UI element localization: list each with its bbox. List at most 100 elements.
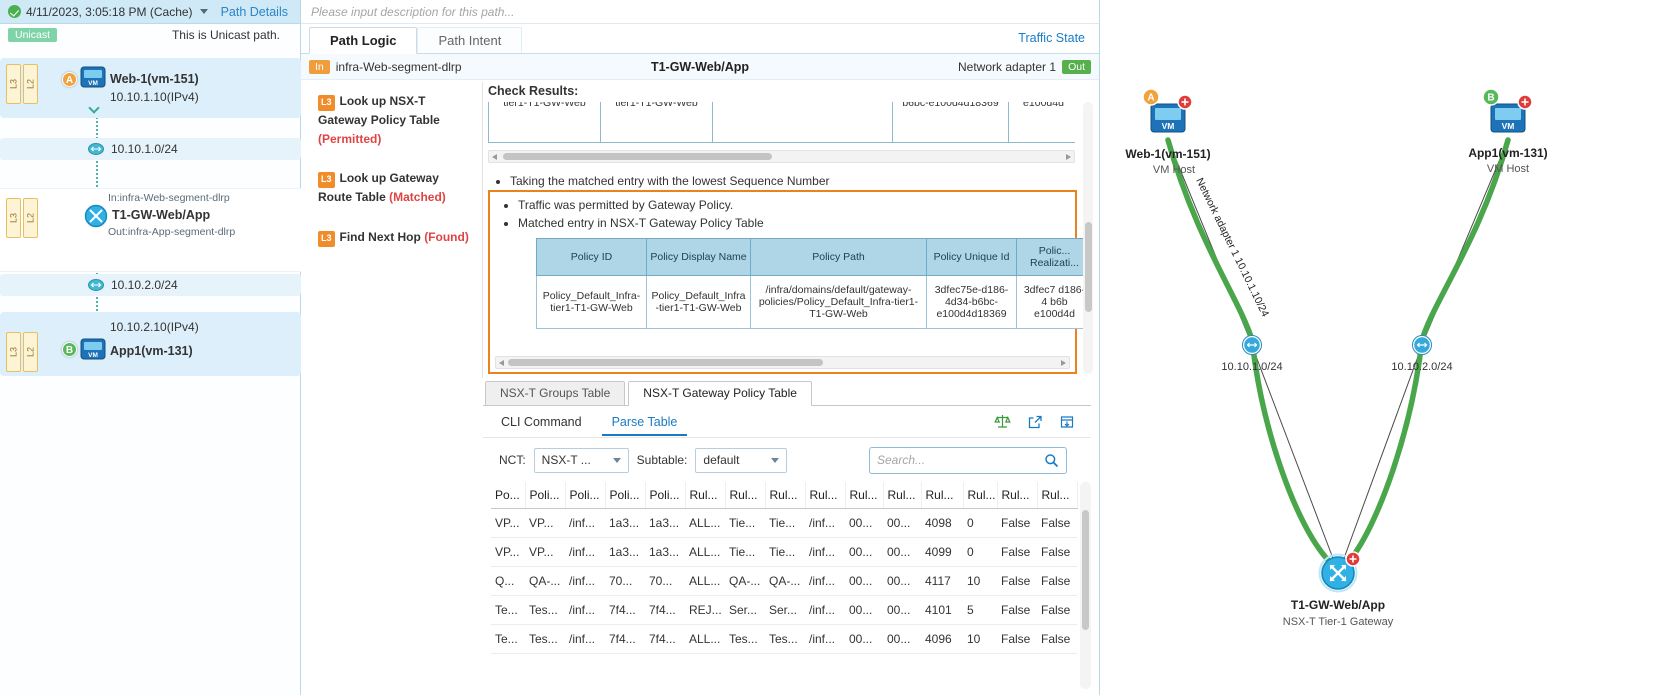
- scrollbar-thumb[interactable]: [1081, 510, 1089, 630]
- svg-text:VM: VM: [88, 80, 98, 87]
- table-cell: QA-...: [525, 566, 565, 596]
- table-cell: 00...: [845, 508, 883, 538]
- table-cell: 00...: [845, 624, 883, 654]
- layer2-badge[interactable]: L2: [23, 64, 38, 104]
- vertical-scrollbar[interactable]: [1080, 482, 1091, 689]
- segment-row[interactable]: 10.10.2.0/24: [0, 274, 301, 296]
- scroll-left-arrow-icon[interactable]: [492, 154, 497, 160]
- compare-scale-icon[interactable]: [994, 413, 1011, 430]
- segment-row[interactable]: 10.10.1.0/24: [0, 138, 301, 160]
- table-row[interactable]: VP... VP.../inf... 1a3... 1a3... ALL... Tie..…: [491, 508, 1078, 538]
- column-header: Rul...: [685, 482, 726, 509]
- table-row[interactable]: Te... Tes.../inf... 7f4... 7f4... REJ... Ser.…: [491, 595, 1078, 625]
- table-search-box[interactable]: [869, 446, 1067, 474]
- table-header-row[interactable]: Po... Poli... Poli... Poli... Poli... Rul... R…: [491, 482, 1078, 509]
- tab-nsxt-gateway-policy-table[interactable]: NSX-T Gateway Policy Table: [628, 381, 812, 406]
- table-cell: Ser...: [765, 595, 805, 625]
- table-cell: Policy_Default_Infra-tier1-T1-GW-Web: [646, 275, 751, 329]
- alert-plus-icon[interactable]: [1177, 94, 1193, 110]
- traffic-state-link[interactable]: Traffic State: [1018, 31, 1085, 45]
- result-bullet: Taking the matched entry with the lowest…: [510, 172, 1075, 190]
- description-bar: [301, 0, 1099, 24]
- path-node-source[interactable]: [0, 58, 301, 118]
- subtab-cli-command[interactable]: CLI Command: [491, 408, 592, 436]
- tab-path-logic[interactable]: Path Logic: [309, 27, 418, 54]
- table-cell: /inf...: [565, 595, 605, 625]
- layer3-badge[interactable]: L3: [6, 332, 21, 372]
- table-cell: VP...: [491, 537, 525, 567]
- subtable-select[interactable]: default: [695, 447, 788, 473]
- horizontal-scrollbar[interactable]: [495, 356, 1070, 369]
- table-cell: False: [997, 566, 1037, 596]
- table-row: tier1-T1-GW-Web tier1-T1-GW-Web b6bc-e100d…: [488, 102, 1075, 143]
- column-header: Policy Unique Id: [926, 238, 1017, 276]
- vm2-label[interactable]: App1(vm-131): [1468, 146, 1547, 160]
- scroll-left-arrow-icon[interactable]: [499, 360, 504, 366]
- table-cell: 4098: [921, 508, 963, 538]
- table-cell: False: [997, 508, 1037, 538]
- table-cell: QA-...: [765, 566, 805, 596]
- alert-plus-icon[interactable]: [1517, 94, 1533, 110]
- path-details-link[interactable]: Path Details: [221, 5, 288, 19]
- table-cell: Policy_Default_Infra-tier1-T1-GW-Web: [536, 275, 647, 329]
- tab-path-intent[interactable]: Path Intent: [417, 27, 523, 53]
- chevron-down-icon[interactable]: [199, 9, 208, 14]
- vm-node-app1[interactable]: VM B: [1482, 88, 1533, 133]
- table-cell: 4117: [921, 566, 963, 596]
- column-header: Rul...: [883, 482, 922, 509]
- result-bullet: Matched entry in NSX-T Gateway Policy Ta…: [518, 214, 1069, 232]
- vm-icon-text: VM: [1162, 121, 1175, 131]
- network-segment-icon: [88, 279, 104, 291]
- alert-plus-icon[interactable]: [1345, 551, 1361, 567]
- path-description-input[interactable]: [311, 4, 1089, 19]
- table-cell: False: [997, 595, 1037, 625]
- subtab-parse-table[interactable]: Parse Table: [601, 408, 688, 436]
- table-cell: 5: [963, 595, 997, 625]
- table-header-row: Policy ID Policy Display Name Policy Path P…: [536, 238, 1093, 276]
- nct-select[interactable]: NSX-T ...: [533, 447, 629, 473]
- network-node-10-10-2[interactable]: [1412, 335, 1432, 355]
- scrollbar-thumb[interactable]: [508, 359, 824, 366]
- logic-step-policy-table[interactable]: L3 Look up NSX-T Gateway Policy Table (Pe…: [310, 82, 482, 159]
- search-icon[interactable]: [1044, 453, 1059, 468]
- layer3-badge[interactable]: L3: [6, 198, 21, 238]
- topology-canvas[interactable]: Network adapter 1 10.10.1.10/24 10.10.1.…: [1100, 0, 1662, 695]
- gateway-name[interactable]: T1-GW-Web/App: [112, 208, 210, 222]
- source-vm-name[interactable]: Web-1(vm-151): [110, 72, 199, 86]
- tab-nsxt-groups-table[interactable]: NSX-T Groups Table: [485, 381, 626, 405]
- open-in-new-icon[interactable]: [1027, 414, 1043, 430]
- layer2-badge[interactable]: L2: [23, 198, 38, 238]
- horizontal-scrollbar[interactable]: [488, 150, 1075, 163]
- vertical-scrollbar[interactable]: [1083, 102, 1093, 374]
- search-input[interactable]: [877, 453, 1044, 467]
- column-header: Rul...: [725, 482, 766, 509]
- column-header: Poli...: [565, 482, 606, 509]
- table-cell: 00...: [883, 508, 921, 538]
- export-table-icon[interactable]: [1059, 414, 1075, 430]
- table-cell: 1a3...: [605, 537, 645, 567]
- logic-step-next-hop[interactable]: L3 Find Next Hop (Found): [310, 218, 482, 258]
- out-badge: Out: [1062, 59, 1091, 74]
- table-row[interactable]: VP... VP.../inf... 1a3... 1a3... ALL... Tie..…: [491, 537, 1078, 567]
- table-row[interactable]: Policy_Default_Infra-tier1-T1-GW-Web Poli…: [536, 275, 1093, 329]
- scroll-right-arrow-icon[interactable]: [1061, 360, 1066, 366]
- table-row[interactable]: Te... Tes.../inf... 7f4... 7f4... ALL... Tes.…: [491, 624, 1078, 654]
- gateway-label[interactable]: T1-GW-Web/App: [1291, 598, 1385, 612]
- scrollbar-thumb[interactable]: [1084, 222, 1092, 312]
- scrollbar-thumb[interactable]: [503, 153, 773, 160]
- table-row[interactable]: Q... QA-.../inf... 70... 70... ALL... QA-... Q…: [491, 566, 1078, 596]
- scroll-right-arrow-icon[interactable]: [1066, 154, 1071, 160]
- layer2-badge[interactable]: L2: [23, 332, 38, 372]
- vm1-label[interactable]: Web-1(vm-151): [1125, 147, 1210, 161]
- layer3-badge[interactable]: L3: [6, 64, 21, 104]
- path-timestamp[interactable]: 4/11/2023, 3:05:18 PM (Cache): [26, 5, 193, 19]
- traffic-path-green[interactable]: [1165, 137, 1511, 563]
- path-logic-panel: Path Logic Path Intent Traffic State In …: [301, 0, 1100, 695]
- table-cell: /inf...: [805, 624, 845, 654]
- vm-node-web1[interactable]: VM A: [1142, 88, 1193, 133]
- network-node-10-10-1[interactable]: [1242, 335, 1262, 355]
- table-cell: VP...: [525, 537, 565, 567]
- dest-vm-name[interactable]: App1(vm-131): [110, 344, 193, 358]
- vm-icon-text: VM: [1502, 121, 1515, 131]
- logic-step-route-table[interactable]: L3 Look up Gateway Route Table (Matched): [310, 159, 482, 218]
